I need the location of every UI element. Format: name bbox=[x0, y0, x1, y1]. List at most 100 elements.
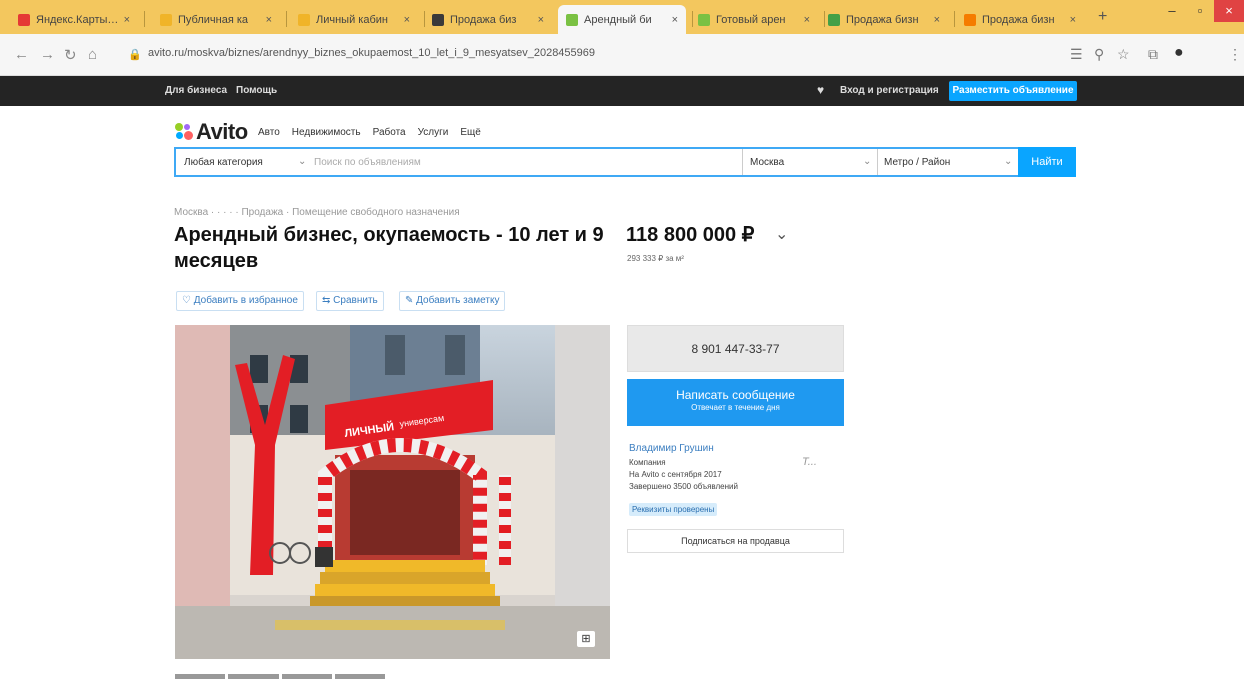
url-input[interactable]: avito.ru/moskva/biznes/arendnyy_biznes_o… bbox=[148, 47, 848, 59]
thumbnail[interactable] bbox=[175, 674, 226, 679]
tab-title: Продажа биз bbox=[450, 13, 517, 26]
nav-auto[interactable]: Авто bbox=[258, 127, 280, 138]
metro-select[interactable]: Метро / Район bbox=[884, 157, 950, 168]
compare-icon: ⇆ bbox=[322, 295, 331, 306]
tab-title: Публичная ка bbox=[178, 13, 249, 26]
gallery-icon[interactable]: ⊞ bbox=[577, 631, 595, 647]
help-link[interactable]: Помощь bbox=[236, 85, 277, 96]
verified-badge: Реквизиты проверены bbox=[629, 503, 718, 516]
avito-logo[interactable]: Avito bbox=[175, 119, 248, 145]
tab-title: Продажа бизн bbox=[982, 13, 1055, 26]
browser-tab[interactable]: Публичная ка × bbox=[152, 5, 280, 34]
browser-tab[interactable]: Яндекс.Карты — в × bbox=[10, 5, 138, 34]
browser-tab[interactable]: Личный кабин × bbox=[290, 5, 418, 34]
browser-tab[interactable]: Готовый арен × bbox=[690, 5, 818, 34]
tab-title: Яндекс.Карты — в bbox=[36, 13, 120, 26]
login-link[interactable]: Вход и регистрация bbox=[840, 85, 939, 96]
seller-name-link[interactable]: Владимир Грушин bbox=[629, 443, 714, 454]
thumbnail[interactable] bbox=[334, 674, 385, 679]
favicon-icon bbox=[160, 13, 172, 26]
minimize-button[interactable]: – bbox=[1158, 0, 1186, 22]
seller-completed: Завершено 3500 объявлений bbox=[629, 482, 738, 491]
favicon-icon bbox=[698, 13, 710, 26]
nav-services[interactable]: Услуги bbox=[418, 127, 449, 138]
category-select[interactable]: Любая категория bbox=[184, 157, 263, 168]
tab-title: Продажа бизн bbox=[846, 13, 919, 26]
nav-realty[interactable]: Недвижимость bbox=[292, 127, 361, 138]
browser-tab[interactable]: Продажа бизн × bbox=[820, 5, 948, 34]
tab-title: Готовый арен bbox=[716, 13, 786, 26]
close-tab-icon[interactable]: × bbox=[934, 14, 940, 26]
search-input[interactable]: Поиск по объявлениям bbox=[314, 157, 421, 168]
favicon-icon bbox=[828, 13, 840, 26]
tab-separator bbox=[286, 11, 287, 27]
add-favorite-label: Добавить в избранное bbox=[193, 295, 298, 306]
search-bar: Любая категория ⌄ Поиск по объявлениям М… bbox=[174, 147, 1076, 177]
compare-button[interactable]: ⇆ Сравнить bbox=[316, 291, 384, 311]
extensions-icon[interactable]: ⧉ bbox=[1148, 46, 1158, 63]
favicon-icon bbox=[566, 13, 578, 26]
phone-button[interactable]: 8 901 447-33-77 bbox=[627, 325, 844, 372]
listing-photo[interactable]: ЛИЧНЫЙ универсам bbox=[175, 325, 610, 659]
photo-thumbnails[interactable] bbox=[175, 674, 385, 679]
nav-more[interactable]: Ещё bbox=[460, 127, 480, 138]
close-tab-icon[interactable]: × bbox=[538, 14, 544, 26]
thumbnail[interactable] bbox=[228, 674, 279, 679]
divider bbox=[877, 149, 878, 175]
close-window-button[interactable]: × bbox=[1214, 0, 1244, 22]
star-icon[interactable]: ☆ bbox=[1117, 46, 1130, 63]
close-tab-icon[interactable]: × bbox=[404, 14, 410, 26]
find-button[interactable]: Найти bbox=[1018, 147, 1076, 177]
city-select[interactable]: Москва bbox=[750, 157, 784, 168]
heart-icon[interactable]: ♥ bbox=[817, 83, 824, 97]
browser-tab[interactable]: Арендный би × bbox=[558, 5, 686, 34]
for-business-link[interactable]: Для бизнеса bbox=[165, 85, 227, 96]
write-message-button[interactable]: Написать сообщение Отвечает в течение дн… bbox=[627, 379, 844, 426]
compare-label: Сравнить bbox=[333, 295, 378, 306]
close-tab-icon[interactable]: × bbox=[124, 14, 130, 26]
nav-jobs[interactable]: Работа bbox=[373, 127, 406, 138]
add-favorite-button[interactable]: ♡ Добавить в избранное bbox=[176, 291, 304, 311]
add-note-button[interactable]: ✎ Добавить заметку bbox=[399, 291, 506, 311]
zoom-icon[interactable]: ⚲ bbox=[1094, 46, 1104, 63]
browser-tabstrip: Яндекс.Карты — в×Публичная ка×Личный каб… bbox=[0, 0, 1244, 34]
favicon-icon bbox=[298, 13, 310, 26]
maximize-button[interactable]: ▫ bbox=[1186, 0, 1214, 22]
reader-icon[interactable]: ☰ bbox=[1070, 46, 1083, 63]
subscribe-seller-button[interactable]: Подписаться на продавца bbox=[627, 529, 844, 553]
chevron-down-icon[interactable]: ⌄ bbox=[775, 224, 788, 244]
breadcrumb[interactable]: Москва · · · · · Продажа · Помещение сво… bbox=[174, 207, 460, 218]
close-tab-icon[interactable]: × bbox=[266, 14, 272, 26]
add-note-label: Добавить заметку bbox=[416, 295, 500, 306]
menu-icon[interactable]: ⋮ bbox=[1228, 46, 1242, 63]
home-icon[interactable]: ⌂ bbox=[88, 46, 97, 63]
seller-logo[interactable]: Т... bbox=[802, 456, 817, 468]
post-ad-button[interactable]: Разместить объявление bbox=[949, 81, 1077, 101]
arrow-right-icon[interactable]: → bbox=[40, 46, 55, 63]
listing-price: 118 800 000 ₽ bbox=[626, 224, 755, 246]
seller-since: На Avito с сентября 2017 bbox=[629, 470, 722, 479]
new-tab-button[interactable]: + bbox=[1098, 8, 1107, 26]
close-tab-icon[interactable]: × bbox=[1070, 14, 1076, 26]
thumbnail[interactable] bbox=[281, 674, 332, 679]
lock-icon: 🔒 bbox=[128, 49, 142, 61]
note-icon: ✎ bbox=[405, 295, 414, 306]
close-tab-icon[interactable]: × bbox=[672, 14, 678, 26]
close-tab-icon[interactable]: × bbox=[804, 14, 810, 26]
tab-separator bbox=[954, 11, 955, 27]
favicon-icon bbox=[18, 13, 30, 26]
avito-logo-icon bbox=[175, 123, 193, 141]
category-nav: Авто Недвижимость Работа Услуги Ещё bbox=[258, 127, 481, 138]
tab-title: Личный кабин bbox=[316, 13, 388, 26]
divider bbox=[742, 149, 743, 175]
write-message-label: Написать сообщение bbox=[676, 388, 795, 402]
browser-tab[interactable]: Продажа бизн × bbox=[956, 5, 1084, 34]
chevron-down-icon: ⌄ bbox=[298, 156, 307, 167]
storefront-image: ЛИЧНЫЙ универсам bbox=[175, 325, 610, 659]
favicon-icon bbox=[432, 13, 444, 26]
browser-tab[interactable]: Продажа биз × bbox=[424, 5, 552, 34]
chevron-down-icon: ⌄ bbox=[1004, 156, 1013, 167]
profile-icon[interactable]: ● bbox=[1174, 44, 1184, 62]
reload-icon[interactable]: ↻ bbox=[64, 46, 77, 64]
arrow-left-icon[interactable]: ← bbox=[14, 46, 29, 63]
